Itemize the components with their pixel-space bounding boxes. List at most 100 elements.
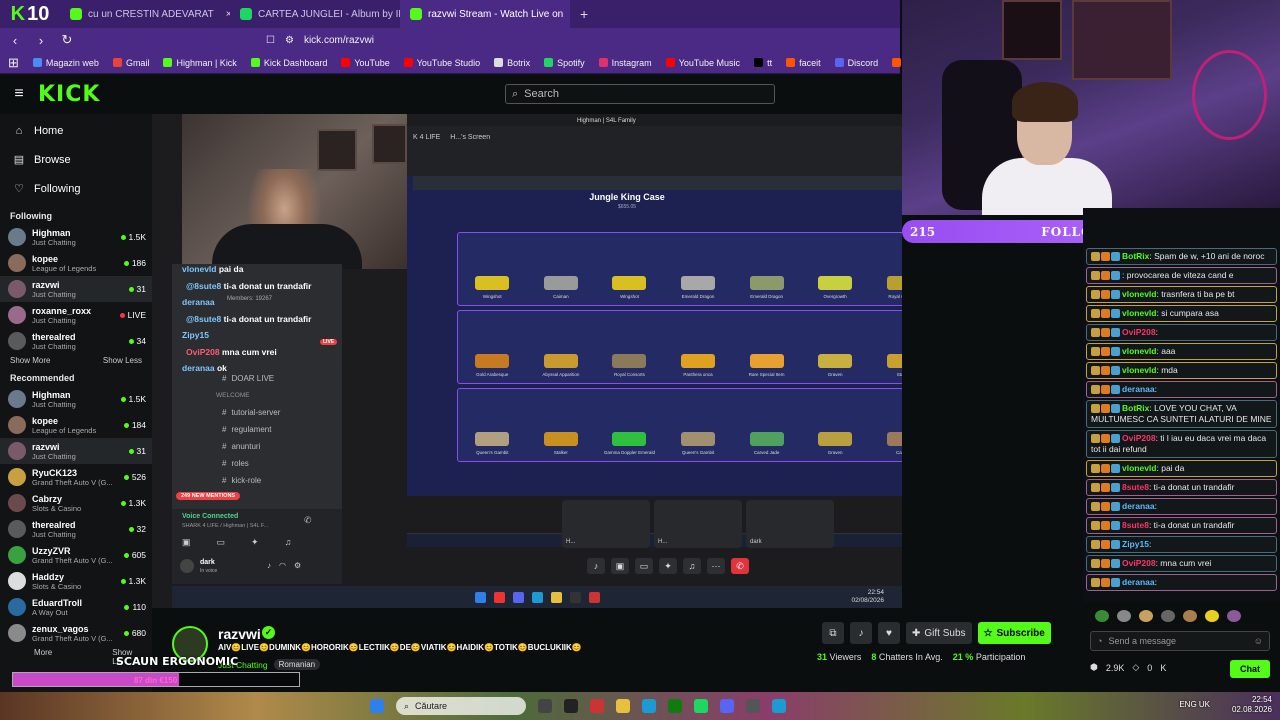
new-tab-button[interactable]: + [570, 6, 598, 22]
chat-input[interactable]: ◔ Send a message ☺ [1090, 631, 1270, 651]
case-item[interactable]: Graven [801, 311, 870, 383]
bookmark-item[interactable]: Kick Dashboard [250, 58, 327, 68]
headphones-icon[interactable]: ◠ [279, 561, 286, 570]
discord-channel[interactable]: # kick-role [172, 472, 342, 489]
windows-start-icon[interactable] [370, 699, 384, 713]
site-info-icon[interactable]: ⚙ [285, 35, 294, 46]
reload-icon[interactable]: ↻ [60, 32, 74, 48]
emote-icon[interactable] [1095, 610, 1109, 622]
video-player[interactable]: # DOAR LIVE WELCOME # tutorial-server # regula… [152, 114, 902, 608]
bookmark-item[interactable]: Botrix [494, 58, 530, 68]
channel-item[interactable]: UzzyZVR Grand Theft Auto V (G... 605 [0, 542, 152, 568]
discord-channel[interactable]: # regulament [172, 421, 342, 438]
language-tag[interactable]: Romanian [273, 659, 321, 670]
notifications-icon[interactable]: ♪ [850, 622, 872, 644]
call-tile[interactable]: dark [746, 500, 834, 548]
channel-item[interactable]: therealred Just Chatting 34 [0, 328, 152, 354]
show-less-button[interactable]: Show Less [103, 356, 142, 365]
bookmark-item[interactable]: Discord [834, 58, 878, 68]
emote-picker-icon[interactable]: ☺ [1254, 636, 1263, 646]
camera-toggle-icon[interactable]: ▣ [611, 558, 629, 574]
browser-tab[interactable]: razvwi Stream - Watch Live on× [400, 0, 570, 28]
bookmark-item[interactable]: Spotify [544, 58, 585, 68]
discord-user-avatar[interactable] [180, 559, 194, 573]
channel-item[interactable]: zenux_vagos Grand Theft Auto V (G... 680 [0, 620, 152, 646]
show-more-button-2[interactable]: More [34, 648, 52, 666]
follow-heart-icon[interactable]: ♥ [878, 622, 900, 644]
channel-item[interactable]: kopee League of Legends 186 [0, 250, 152, 276]
case-item[interactable]: Emerald Dragon [664, 233, 733, 305]
sidebar-nav-following[interactable]: ♡ Following [12, 174, 140, 203]
activity-icon[interactable]: ✦ [251, 537, 259, 548]
channel-item[interactable]: Highman Just Chatting 1.5K [0, 386, 152, 412]
case-item[interactable]: Panthera onca [664, 311, 733, 383]
browser-tab[interactable]: cu un CRESTIN ADEVARAT × [60, 0, 230, 28]
discord-channel[interactable]: # roles [172, 455, 342, 472]
bookmark-item[interactable]: YouTube [341, 58, 390, 68]
channel-item[interactable]: razvwi Just Chatting 31 [0, 276, 152, 302]
camera-icon[interactable]: ▣ [182, 537, 191, 548]
bookmark-item[interactable]: tt [754, 58, 772, 68]
steam-icon[interactable] [642, 699, 656, 713]
channel-item[interactable]: Cabrzy Slots & Casino 1.3K [0, 490, 152, 516]
case-item[interactable]: Stalker [869, 311, 902, 383]
address-bar[interactable]: ☐ ⚙ kick.com/razvwi [266, 35, 374, 46]
case-item[interactable]: Queen's Gambit [458, 389, 527, 461]
start-icon[interactable] [474, 591, 486, 603]
channel-item[interactable]: EduardTroll A Way Out 110 [0, 594, 152, 620]
bookmark-item[interactable]: faceit [786, 58, 821, 68]
emote-icon[interactable] [1161, 610, 1175, 622]
screen-share-icon[interactable]: ▭ [217, 537, 226, 548]
mic-icon[interactable]: ♪ [267, 561, 271, 570]
menu-icon[interactable]: ≡ [0, 85, 38, 103]
sidebar-nav-home[interactable]: ⌂ Home [12, 116, 140, 145]
case-item[interactable]: Queen's Gambit [664, 389, 733, 461]
discord-channel[interactable]: # anunturi [172, 438, 342, 455]
sidebar-nav-browse[interactable]: ▤ Browse [12, 145, 140, 174]
hang-up-icon[interactable]: ✆ [731, 558, 749, 574]
folder-icon[interactable] [616, 699, 630, 713]
soundboard-icon[interactable]: ♫ [683, 558, 701, 574]
emote-icon[interactable] [1117, 610, 1131, 622]
kick-logo[interactable]: KICK [38, 82, 100, 107]
search-input[interactable]: ⌕ Search [505, 84, 775, 104]
channel-item[interactable]: kopee League of Legends 184 [0, 412, 152, 438]
disconnect-icon[interactable]: ✆ [304, 515, 312, 526]
case-item[interactable]: Carved Jade [732, 389, 801, 461]
emote-icon[interactable] [1227, 610, 1241, 622]
folder-icon[interactable] [550, 591, 562, 603]
share-icon[interactable]: ▭ [635, 558, 653, 574]
channel-item[interactable]: roxanne_roxx Just Chatting LIVE [0, 302, 152, 328]
clip-icon[interactable]: ⧉ [822, 622, 844, 644]
channel-item[interactable]: razvwi Just Chatting 31 [0, 438, 152, 464]
soundboard-icon[interactable]: ♫ [285, 537, 292, 548]
app-icon[interactable] [493, 591, 505, 603]
spotify-icon[interactable] [694, 699, 708, 713]
case-item[interactable]: Gold Arabesque [458, 311, 527, 383]
taskbar-clock[interactable]: 22:54 02.08.2026 [1232, 695, 1272, 715]
case-item[interactable]: Caiman [869, 389, 902, 461]
app-icon[interactable] [588, 591, 600, 603]
case-item[interactable]: Gamma Doppler Emerald [595, 389, 664, 461]
emote-icon[interactable] [1205, 610, 1219, 622]
channel-item[interactable]: therealred Just Chatting 32 [0, 516, 152, 542]
obs-icon[interactable] [564, 699, 578, 713]
discord-channel[interactable]: # tutorial-server [172, 404, 342, 421]
case-item[interactable]: Caiman [527, 233, 596, 305]
app-icon[interactable] [569, 591, 581, 603]
discord-category[interactable]: WELCOME [172, 387, 342, 404]
case-item[interactable]: Overgrowth [801, 233, 870, 305]
emote-icon[interactable] [1139, 610, 1153, 622]
more-icon[interactable]: ⋯ [707, 558, 725, 574]
case-item[interactable]: Wingshot [458, 233, 527, 305]
app-icon[interactable] [746, 699, 760, 713]
back-icon[interactable]: ‹ [8, 33, 22, 48]
emote-icon[interactable] [1183, 610, 1197, 622]
task-view-icon[interactable] [538, 699, 552, 713]
channel-item[interactable]: Haddzy Slots & Casino 1.3K [0, 568, 152, 594]
case-item[interactable]: Royal Consorts [869, 233, 902, 305]
channel-item[interactable]: RyuCK123 Grand Theft Auto V (G... 526 [0, 464, 152, 490]
activities-icon[interactable]: ✦ [659, 558, 677, 574]
bookmark-item[interactable]: Gmail [112, 58, 149, 68]
case-item[interactable]: Stalker [527, 389, 596, 461]
